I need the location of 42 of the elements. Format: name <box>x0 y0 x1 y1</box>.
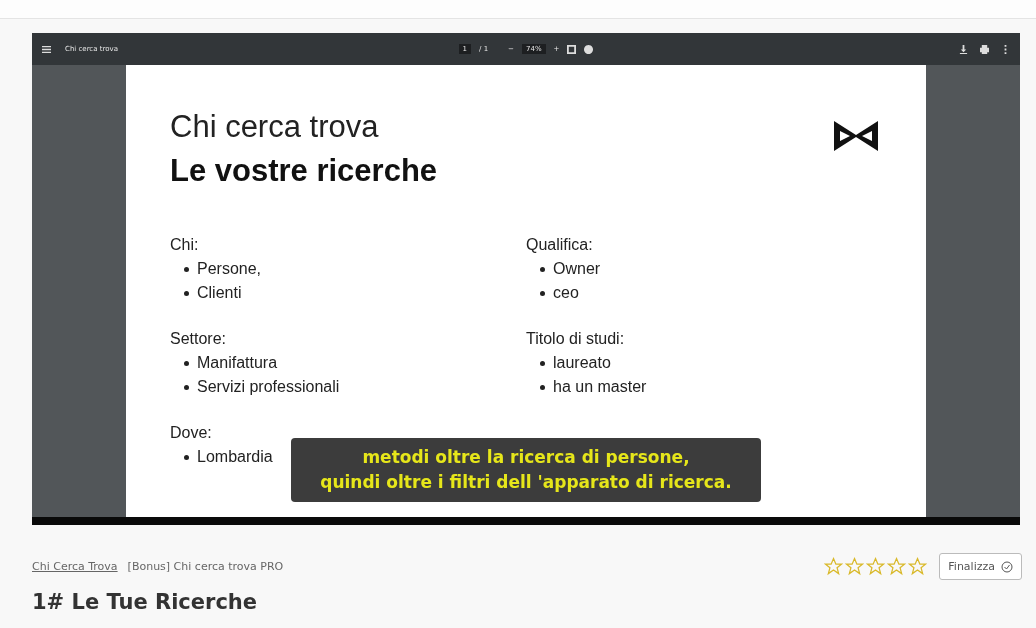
breadcrumb-link[interactable]: Chi Cerca Trova <box>32 560 118 573</box>
print-icon[interactable] <box>980 44 989 54</box>
star-icon[interactable] <box>866 557 886 576</box>
bullet-icon <box>184 266 189 272</box>
criteria-item: ceo <box>553 283 579 303</box>
criteria-item: Owner <box>553 259 601 279</box>
criteria-item: ha un master <box>553 377 647 397</box>
star-rating[interactable] <box>824 557 928 576</box>
subtitle-caption: metodi oltre la ricerca di persone, quindi oltre i filtri dell 'apparato di ricerca. <box>291 438 761 502</box>
criteria-item: Persone, <box>197 259 262 279</box>
criteria-item: Clienti <box>197 283 242 303</box>
lesson-title: 1# Le Tue Ricerche <box>31 589 259 616</box>
bullet-icon <box>184 454 189 460</box>
bullet-icon <box>184 290 189 296</box>
bullet-icon <box>184 360 189 366</box>
breadcrumb-item: [Bonus] Chi cerca trova PRO <box>127 560 284 573</box>
criteria-label: Dove: <box>170 423 213 443</box>
logo-icon <box>834 121 878 151</box>
star-icon[interactable] <box>908 557 928 576</box>
criteria-item: Manifattura <box>197 353 278 373</box>
slide-subtitle: Le vostre ricerche <box>170 153 438 189</box>
bullet-icon <box>184 384 189 390</box>
fit-page-icon[interactable] <box>567 44 577 54</box>
criteria-item: Lombardia <box>197 447 273 467</box>
slide-title: Chi cerca trova <box>170 109 379 145</box>
criteria-label: Qualifica: <box>526 235 594 255</box>
bullet-icon <box>540 384 545 390</box>
check-circle-icon <box>1001 560 1013 573</box>
bullet-icon <box>540 266 545 272</box>
menu-icon[interactable] <box>42 44 51 54</box>
download-icon[interactable] <box>959 44 968 54</box>
bullet-icon <box>540 290 545 296</box>
star-icon[interactable] <box>845 557 865 576</box>
criteria-item: Servizi professionali <box>197 377 340 397</box>
finalize-button[interactable]: Finalizza <box>939 553 1022 580</box>
criteria-label: Settore: <box>170 329 228 349</box>
criteria-label: Titolo di studi: <box>526 329 626 349</box>
star-icon[interactable] <box>824 557 844 576</box>
star-icon[interactable] <box>887 557 907 576</box>
bullet-icon <box>540 360 545 366</box>
criteria-item: laureato <box>553 353 611 373</box>
criteria-label: Chi: <box>170 235 200 255</box>
